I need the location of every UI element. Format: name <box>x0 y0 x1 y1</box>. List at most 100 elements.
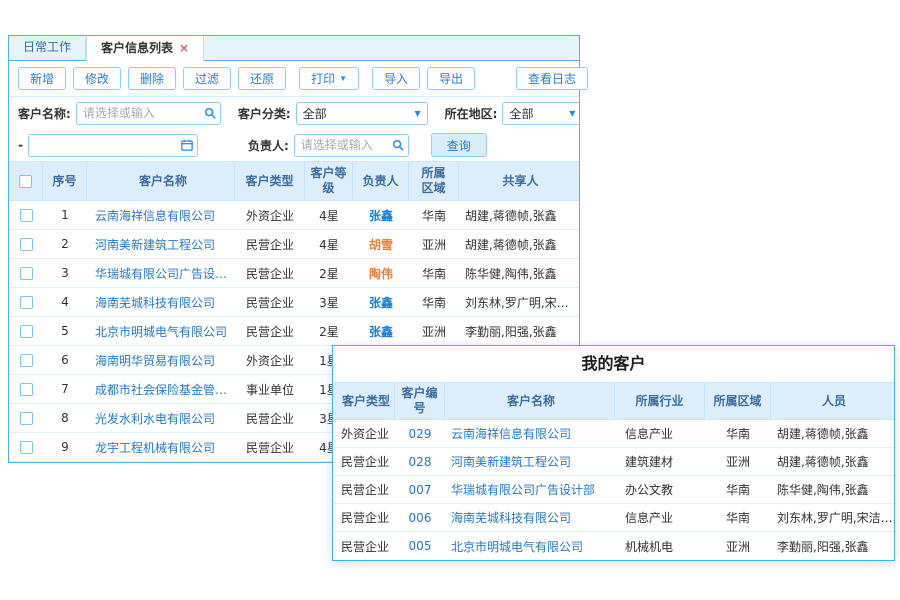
owner-link[interactable]: 陶伟 <box>369 267 393 281</box>
tab-customer-list-label: 客户信息列表 <box>101 36 173 61</box>
query-button[interactable]: 查询 <box>431 133 487 157</box>
my-customer-row[interactable]: 外资企业 029 云南海祥信息有限公司 信息产业 华南 胡建,蒋德帧,张鑫 <box>333 420 894 448</box>
new-button[interactable]: 新增 <box>18 67 66 90</box>
region: 亚洲 <box>409 323 459 340</box>
customer-level: 4星 <box>305 236 353 253</box>
my-customer-row[interactable]: 民营企业 028 河南美新建筑工程公司 建筑建材 亚洲 胡建,蒋德帧,张鑫 <box>333 448 894 476</box>
district-select[interactable]: 全部 ▼ <box>502 102 579 125</box>
date-input[interactable] <box>28 134 198 157</box>
row-index: 6 <box>43 353 87 367</box>
customer-name-link[interactable]: 华瑞城有限公司广告设计部 <box>451 481 615 498</box>
customer-no-link[interactable]: 029 <box>409 427 432 441</box>
tab-daily-work-label: 日常工作 <box>23 35 71 60</box>
owner-link[interactable]: 张鑫 <box>369 296 393 310</box>
row-checkbox-cell <box>9 296 43 309</box>
customer-type: 民营企业 <box>235 323 305 340</box>
select-all-cell <box>9 162 43 200</box>
import-button[interactable]: 导入 <box>372 67 420 90</box>
customer-row[interactable]: 2 河南美新建筑工程公司 民营企业 4星 胡雪 亚洲 胡建,蒋德帧,张鑫 <box>9 230 579 259</box>
print-button[interactable]: 打印 ▼ <box>299 67 359 90</box>
customer-no-link[interactable]: 005 <box>409 539 432 553</box>
row-checkbox[interactable] <box>20 238 33 251</box>
calendar-icon[interactable] <box>181 139 193 151</box>
owner-link[interactable]: 胡雪 <box>369 238 393 252</box>
customer-level: 2星 <box>305 323 353 340</box>
owner-link[interactable]: 张鑫 <box>369 325 393 339</box>
header-customer-no: 客户编号 <box>395 383 445 419</box>
customer-name-link[interactable]: 海南明华贸易有限公司 <box>95 352 235 369</box>
row-checkbox-cell <box>9 325 43 338</box>
row-checkbox[interactable] <box>20 441 33 454</box>
tab-customer-list[interactable]: 客户信息列表 × <box>86 36 204 61</box>
customer-no-link[interactable]: 007 <box>409 483 432 497</box>
customer-name-link[interactable]: 北京市明城电气有限公司 <box>95 323 235 340</box>
customer-name-link[interactable]: 河南美新建筑工程公司 <box>451 453 615 470</box>
export-button-label: 导出 <box>439 70 463 87</box>
customer-name-input[interactable] <box>76 102 221 125</box>
select-all-checkbox[interactable] <box>19 175 32 188</box>
category-select[interactable]: 全部 ▼ <box>296 102 428 125</box>
owner-label: 负责人: <box>248 137 289 154</box>
customer-name-link[interactable]: 海南芜城科技有限公司 <box>451 509 615 526</box>
customer-type: 民营企业 <box>333 509 395 526</box>
customer-type: 民营企业 <box>235 236 305 253</box>
customer-name-link[interactable]: 华瑞城有限公司广告设计部 <box>95 265 235 282</box>
customer-row[interactable]: 5 北京市明城电气有限公司 民营企业 2星 张鑫 亚洲 李勤丽,阳强,张鑫 <box>9 317 579 346</box>
header-index: 序号 <box>43 162 87 200</box>
row-checkbox[interactable] <box>20 296 33 309</box>
header-customer-type: 客户类型 <box>333 383 395 419</box>
view-log-button[interactable]: 查看日志 <box>516 67 588 90</box>
toolbar: 新增 修改 删除 过滤 还原 打印 ▼ 导入 导出 查看日志 <box>9 61 579 97</box>
print-button-label: 打印 <box>311 70 335 87</box>
row-checkbox[interactable] <box>20 412 33 425</box>
customer-row[interactable]: 1 云南海祥信息有限公司 外资企业 4星 张鑫 华南 胡建,蒋德帧,张鑫 <box>9 201 579 230</box>
customer-no-link[interactable]: 006 <box>409 511 432 525</box>
tab-bar: 日常工作 客户信息列表 × <box>9 36 579 61</box>
customer-name-link[interactable]: 龙宇工程机械有限公司 <box>95 439 235 456</box>
owner-link[interactable]: 张鑫 <box>369 209 393 223</box>
edit-button[interactable]: 修改 <box>73 67 121 90</box>
view-log-button-label: 查看日志 <box>528 70 576 87</box>
delete-button[interactable]: 删除 <box>128 67 176 90</box>
region: 亚洲 <box>705 538 771 555</box>
row-checkbox[interactable] <box>20 209 33 222</box>
header-owner: 负责人 <box>353 162 409 200</box>
row-checkbox[interactable] <box>20 383 33 396</box>
customer-name-link[interactable]: 光发水利水电有限公司 <box>95 410 235 427</box>
region: 亚洲 <box>705 453 771 470</box>
search-icon[interactable] <box>392 139 404 151</box>
date-range-separator: - <box>18 138 23 152</box>
row-checkbox[interactable] <box>20 354 33 367</box>
customer-name-link[interactable]: 云南海祥信息有限公司 <box>95 207 235 224</box>
customer-level: 2星 <box>305 265 353 282</box>
owner-inputbox <box>294 134 409 157</box>
filter-button[interactable]: 过滤 <box>183 67 231 90</box>
customer-row[interactable]: 4 海南芜城科技有限公司 民营企业 3星 张鑫 华南 刘东林,罗广明,宋洁然,张… <box>9 288 579 317</box>
search-icon[interactable] <box>204 107 216 119</box>
row-checkbox[interactable] <box>20 267 33 280</box>
customer-no-link[interactable]: 028 <box>409 455 432 469</box>
my-customer-row[interactable]: 民营企业 007 华瑞城有限公司广告设计部 办公文教 华南 陈华健,陶伟,张鑫 <box>333 476 894 504</box>
customer-name-link[interactable]: 河南美新建筑工程公司 <box>95 236 235 253</box>
new-button-label: 新增 <box>30 70 54 87</box>
import-button-label: 导入 <box>384 70 408 87</box>
district-select-value: 全部 <box>509 105 533 122</box>
row-checkbox[interactable] <box>20 325 33 338</box>
my-customers-body: 外资企业 029 云南海祥信息有限公司 信息产业 华南 胡建,蒋德帧,张鑫 民营… <box>333 420 894 560</box>
restore-button[interactable]: 还原 <box>238 67 286 90</box>
main-table-header: 序号 客户名称 客户类型 客户等级 负责人 所属区域 共享人 <box>9 161 579 201</box>
region: 亚洲 <box>409 236 459 253</box>
customer-type: 民营企业 <box>333 453 395 470</box>
customer-row[interactable]: 3 华瑞城有限公司广告设计部 民营企业 2星 陶伟 华南 陈华健,陶伟,张鑫 <box>9 259 579 288</box>
my-customer-row[interactable]: 民营企业 006 海南芜城科技有限公司 信息产业 华南 刘东林,罗广明,宋洁然.… <box>333 504 894 532</box>
my-customer-row[interactable]: 民营企业 005 北京市明城电气有限公司 机械机电 亚洲 李勤丽,阳强,张鑫 <box>333 532 894 560</box>
tab-daily-work[interactable]: 日常工作 <box>9 35 86 60</box>
region: 华南 <box>705 425 771 442</box>
customer-name-link[interactable]: 海南芜城科技有限公司 <box>95 294 235 311</box>
close-icon[interactable]: × <box>179 42 189 54</box>
customer-name-link[interactable]: 云南海祥信息有限公司 <box>451 425 615 442</box>
customer-name-link[interactable]: 成都市社会保险基金管理... <box>95 381 235 398</box>
customer-name-link[interactable]: 北京市明城电气有限公司 <box>451 538 615 555</box>
people: 胡建,蒋德帧,张鑫 <box>777 425 894 442</box>
export-button[interactable]: 导出 <box>427 67 475 90</box>
